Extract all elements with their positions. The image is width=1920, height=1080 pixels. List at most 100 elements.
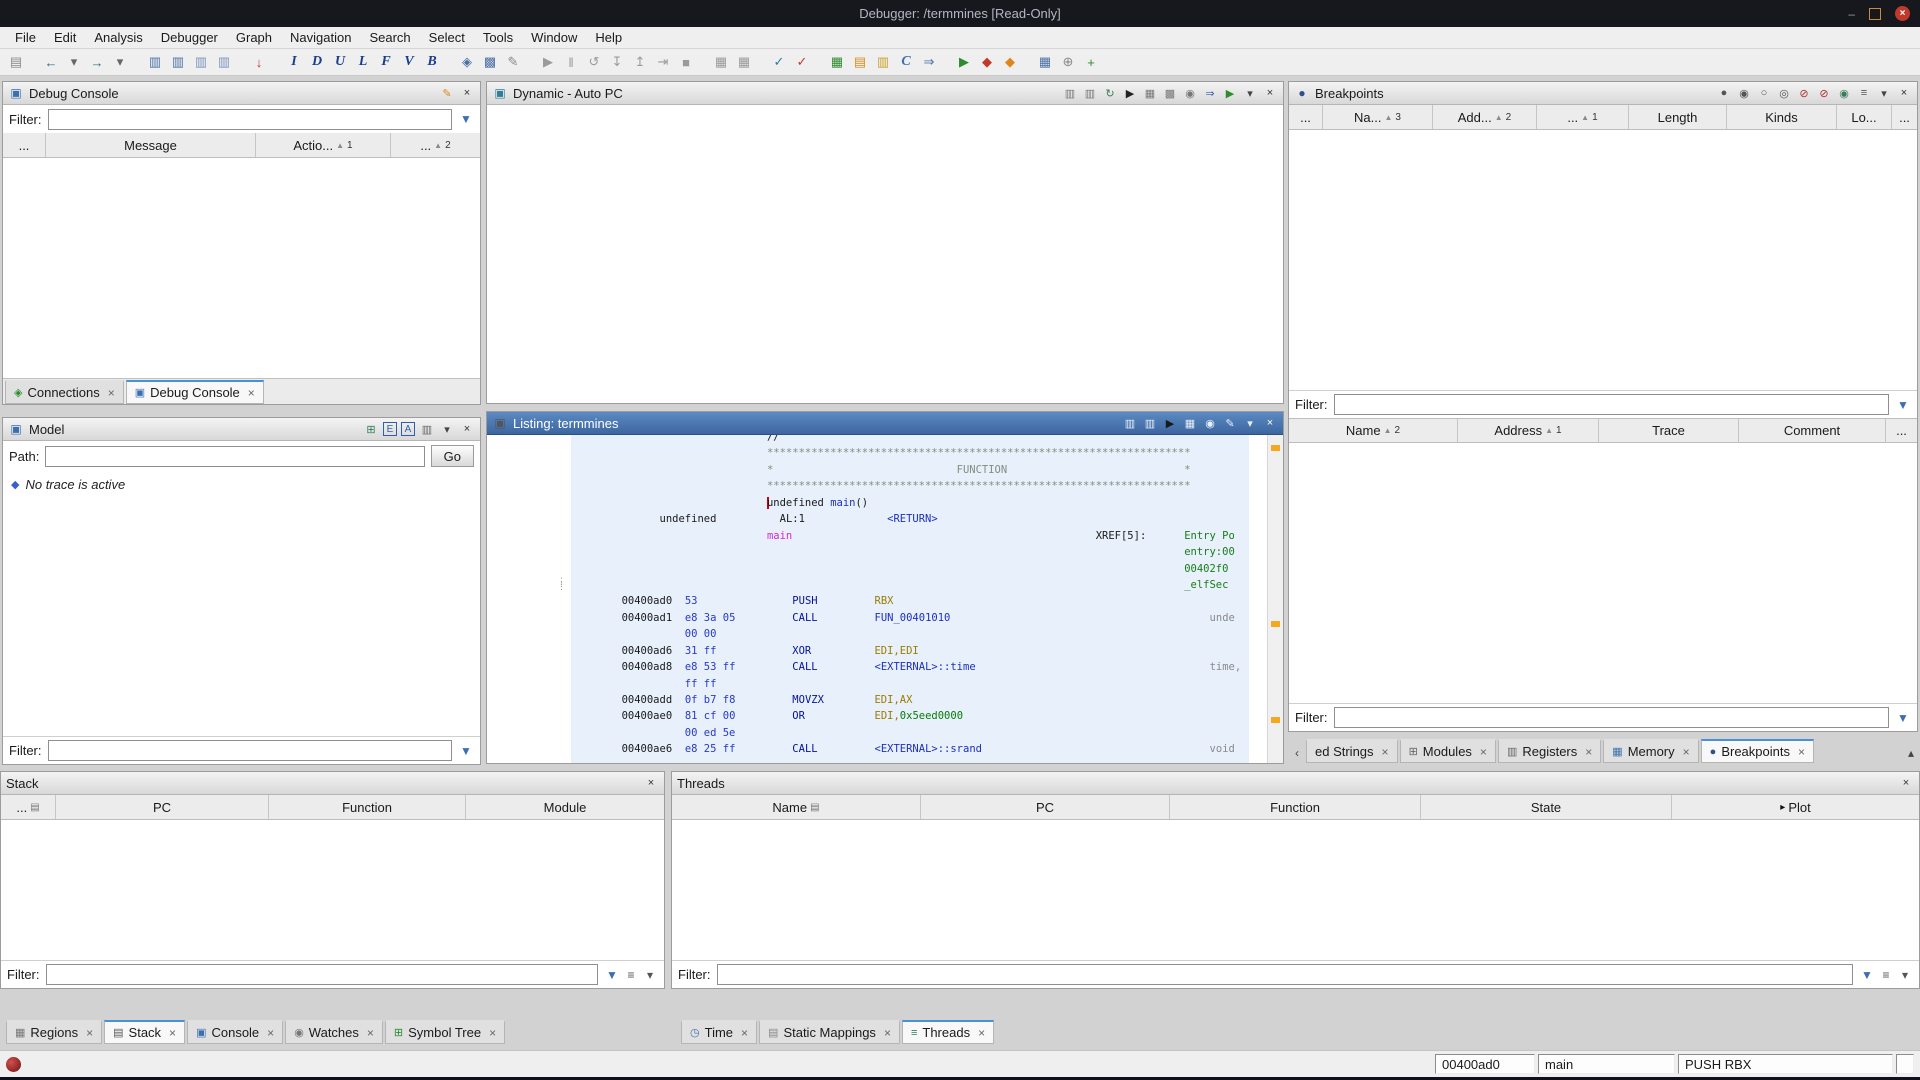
column-header-trace[interactable]: Trace: [1599, 419, 1739, 442]
column-header[interactable]: ... ▤: [1, 795, 56, 819]
go-button[interactable]: Go: [430, 445, 474, 467]
tab-close-icon[interactable]: ×: [1585, 745, 1592, 759]
filter-options-icon[interactable]: ▼: [604, 967, 620, 983]
disable-breakpoint-icon[interactable]: ○: [1756, 85, 1772, 101]
listing-line[interactable]: 00400ae0 81 cf 00 OR EDI,0x5eed0000: [571, 708, 1249, 724]
menu-graph[interactable]: Graph: [227, 28, 281, 47]
memory-view-icon[interactable]: ▦: [711, 52, 731, 72]
tab-close-icon[interactable]: ×: [741, 1026, 748, 1040]
attributes-view-icon[interactable]: A: [401, 422, 415, 436]
tab-stack[interactable]: ▤ Stack ×: [104, 1020, 186, 1044]
column-header-name[interactable]: Name ▤: [672, 795, 921, 819]
tab-regions[interactable]: ▦ Regions ×: [6, 1020, 103, 1044]
copy-icon[interactable]: ▥: [1122, 415, 1138, 431]
listing-line[interactable]: 00402f0: [571, 561, 1249, 577]
compose-icon[interactable]: C: [896, 52, 916, 72]
resume-icon[interactable]: ↺: [584, 52, 604, 72]
tab-breakpoints[interactable]: ● Breakpoints ×: [1700, 739, 1814, 763]
listing-line[interactable]: 00400add 0f b7 f8 MOVZX EDI,AX: [571, 692, 1249, 708]
cursor-icon[interactable]: ▶: [1162, 415, 1178, 431]
column-header-comment[interactable]: Comment: [1739, 419, 1886, 442]
close-icon[interactable]: ×: [459, 85, 475, 101]
tab-time[interactable]: ◷ Time ×: [681, 1020, 758, 1044]
model-header[interactable]: ▣ Model ⊞ E A ▥ ▾ ×: [3, 418, 480, 441]
enable-all-icon[interactable]: ◉: [1736, 85, 1752, 101]
column-header-name[interactable]: Name ▲ 2: [1289, 419, 1458, 442]
column-header-module[interactable]: Module: [466, 795, 664, 819]
dropdown-icon[interactable]: ▾: [1242, 85, 1258, 101]
mark-v-icon[interactable]: V: [399, 52, 419, 72]
listing-line[interactable]: 00400ad1 e8 3a 05 CALL FUN_00401010 unde: [571, 610, 1249, 626]
tab-debug-console[interactable]: ▣ Debug Console ×: [125, 380, 264, 404]
clear-breakpoint-icon[interactable]: ⊘: [1796, 85, 1812, 101]
mark-f-icon[interactable]: F: [376, 52, 396, 72]
table-icon[interactable]: ▦: [1182, 415, 1198, 431]
tab-close-icon[interactable]: ×: [248, 386, 255, 400]
tab-connections[interactable]: ◈ Connections ×: [5, 380, 124, 404]
clear-console-icon[interactable]: ✎: [439, 85, 455, 101]
menu-analysis[interactable]: Analysis: [85, 28, 151, 47]
listing-scrollbar[interactable]: [1267, 435, 1283, 763]
listing-line[interactable]: 00 00: [571, 626, 1249, 642]
column-header-actions[interactable]: Actio... ▲ 1: [256, 133, 391, 157]
column-header-kinds[interactable]: Kinds: [1727, 105, 1837, 129]
close-icon[interactable]: ×: [459, 421, 475, 437]
tab-close-icon[interactable]: ×: [1798, 745, 1805, 759]
bookmark-icon[interactable]: ▥: [168, 52, 188, 72]
step-out-icon[interactable]: ↥: [630, 52, 650, 72]
splitter-handle[interactable]: ⋮ ⋮: [557, 577, 566, 591]
column-header-address[interactable]: Add... ▲ 2: [1433, 105, 1537, 129]
listing-line[interactable]: //: [571, 435, 1249, 445]
stack-header[interactable]: Stack ×: [1, 772, 664, 795]
dynamic-header[interactable]: ▣ Dynamic - Auto PC ▥ ▥ ↻ ▶ ▦ ▩ ◉ ⇒ ▶ ▾ ×: [487, 82, 1283, 105]
breakpoints-filter-input[interactable]: [1333, 394, 1889, 415]
stack-filter-input[interactable]: [45, 964, 598, 985]
breakpoint-red-icon[interactable]: ◆: [977, 52, 997, 72]
mark-l-icon[interactable]: L: [353, 52, 373, 72]
tab-console[interactable]: ▣ Console ×: [187, 1020, 284, 1044]
listing-line[interactable]: undefined main(): [571, 495, 1249, 511]
threads-filter-input[interactable]: [716, 964, 1853, 985]
diff-icon[interactable]: ▩: [1162, 85, 1178, 101]
forward-icon[interactable]: →: [87, 52, 107, 72]
paste-icon[interactable]: ▥: [1082, 85, 1098, 101]
disable-all-icon[interactable]: ◎: [1776, 85, 1792, 101]
settings-dropdown-icon[interactable]: ▾: [642, 967, 658, 983]
tab-memory[interactable]: ▦ Memory ×: [1603, 739, 1699, 763]
mark-b-icon[interactable]: B: [422, 52, 442, 72]
clipboard-icon[interactable]: ▥: [419, 421, 435, 437]
column-header-state[interactable]: State: [1421, 795, 1672, 819]
column-header-locations[interactable]: Lo...: [1837, 105, 1892, 129]
listing-header[interactable]: ▣ Listing: termmines ▥ ▥ ▶ ▦ ◉ ✎ ▾ ×: [487, 412, 1283, 435]
forward-dropdown-icon[interactable]: ▾: [110, 52, 130, 72]
listing-line[interactable]: 00400ad0 53 PUSH RBX: [571, 593, 1249, 609]
listing-line[interactable]: * FUNCTION *: [571, 462, 1249, 478]
make-effective-icon[interactable]: ◉: [1836, 85, 1852, 101]
step-over-icon[interactable]: ⇥: [653, 52, 673, 72]
sheet-green-icon[interactable]: ▦: [827, 52, 847, 72]
menu-search[interactable]: Search: [360, 28, 419, 47]
column-settings-icon[interactable]: ≡: [1878, 967, 1894, 983]
threads-header[interactable]: Threads ×: [672, 772, 1919, 795]
filter-options-icon[interactable]: ▼: [458, 743, 474, 759]
pause-icon[interactable]: ‖: [561, 52, 581, 72]
close-button[interactable]: ×: [1895, 6, 1910, 21]
overview-icon[interactable]: ▥: [214, 52, 234, 72]
ghidra-status-icon[interactable]: [6, 1056, 21, 1072]
column-header[interactable]: ...: [1892, 105, 1917, 129]
tab-close-icon[interactable]: ×: [978, 1026, 985, 1040]
tab-static-mappings[interactable]: ▤ Static Mappings ×: [759, 1020, 900, 1044]
model-filter-input[interactable]: [47, 740, 452, 761]
paste-icon[interactable]: ▥: [1142, 415, 1158, 431]
elements-view-icon[interactable]: E: [383, 422, 397, 436]
mark-i-icon[interactable]: I: [284, 52, 304, 72]
close-icon[interactable]: ×: [643, 775, 659, 791]
enable-breakpoint-icon[interactable]: ●: [1716, 85, 1732, 101]
listing-line[interactable]: _elfSec: [571, 577, 1249, 593]
stop-icon[interactable]: ■: [676, 52, 696, 72]
column-header-pc[interactable]: PC: [56, 795, 269, 819]
tab-close-icon[interactable]: ×: [884, 1026, 891, 1040]
clear-all-icon[interactable]: ⊘: [1816, 85, 1832, 101]
analyze-icon[interactable]: ⇒: [919, 52, 939, 72]
menu-navigation[interactable]: Navigation: [281, 28, 360, 47]
